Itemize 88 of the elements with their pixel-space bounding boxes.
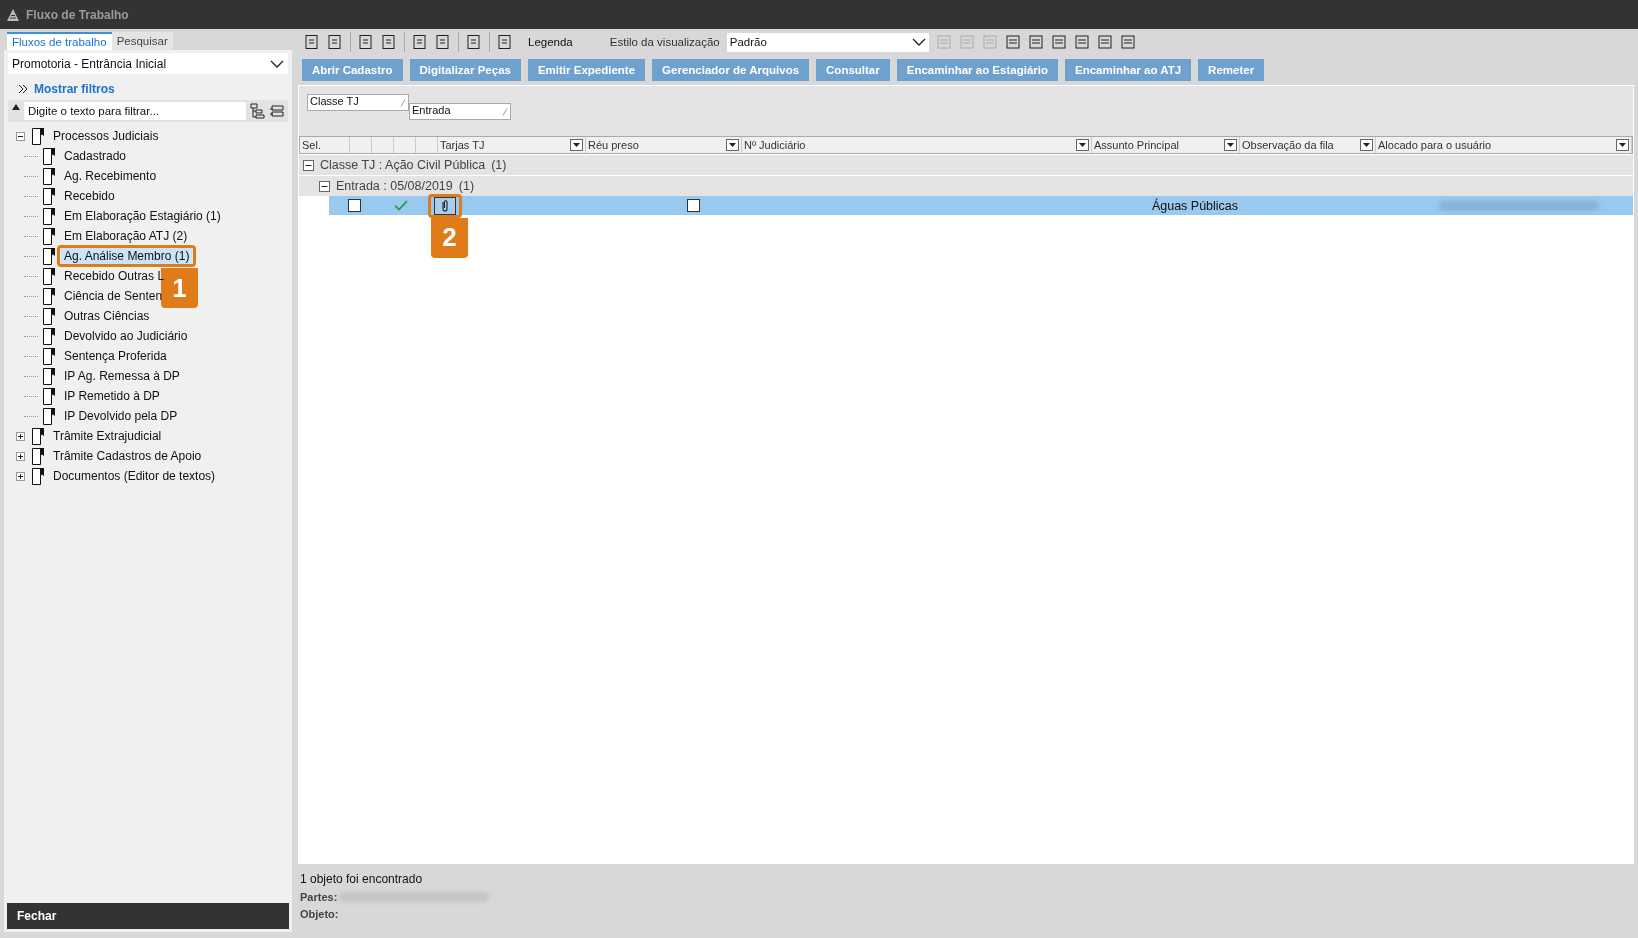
collapse-icon	[12, 104, 20, 110]
group-label: Entrada : 05/08/2019	[336, 179, 453, 193]
list-icon[interactable]	[270, 104, 284, 118]
document-icon	[43, 187, 56, 205]
group-by-chip[interactable]: Classe TJ	[307, 94, 409, 111]
document-icon	[43, 347, 56, 365]
panel-tab[interactable]: Fluxos de trabalho	[7, 32, 112, 50]
document-icon	[43, 287, 56, 305]
tree-item[interactable]: Trâmite Extrajudicial	[50, 428, 165, 444]
paperclip-icon[interactable]	[434, 196, 456, 215]
group-by-chip[interactable]: Entrada	[409, 103, 511, 120]
column-header[interactable]: Alocado para o usuário	[1376, 137, 1632, 153]
document-icon	[43, 387, 56, 405]
tree-item[interactable]: Sentença Proferida	[61, 348, 170, 364]
document-icon[interactable]	[497, 34, 513, 50]
tree-item[interactable]: IP Ag. Remessa à DP	[61, 368, 183, 384]
workflow-dropdown[interactable]: Promotoria - Entrância Inicial	[8, 53, 288, 74]
document-icon	[43, 167, 56, 185]
document-icon	[32, 127, 45, 145]
filter-field[interactable]: Digite o texto para filtrar...	[24, 102, 246, 120]
checkbox[interactable]	[686, 199, 700, 212]
document-icon	[32, 467, 45, 485]
show-filters-link[interactable]: Mostrar filtros	[34, 82, 115, 96]
document-icon	[43, 147, 56, 165]
object-label: Objeto:	[300, 908, 339, 920]
tree-item[interactable]: Devolvido ao Judiciário	[61, 328, 191, 344]
column-header[interactable]: Sel.	[300, 137, 350, 153]
column-header[interactable]: Assunto Principal	[1092, 137, 1240, 153]
logo-icon	[6, 7, 20, 22]
group-count: (1)	[491, 158, 507, 172]
tree-item[interactable]: Outras Ciências	[61, 308, 153, 324]
expander-icon[interactable]	[319, 180, 330, 192]
expander-icon[interactable]	[16, 451, 25, 461]
tree-item[interactable]: Trâmite Cadastros de Apoio	[50, 448, 205, 464]
document-icon	[43, 227, 56, 245]
sort-icon	[502, 107, 508, 116]
dropdown-icon[interactable]	[570, 139, 583, 151]
dropdown-icon[interactable]	[1616, 139, 1629, 151]
tree-item[interactable]: Ag. Análise Membro (1)	[61, 248, 193, 264]
tree-item[interactable]: Em Elaboração ATJ (2)	[61, 228, 191, 244]
column-header[interactable]: Observação da fila	[1240, 137, 1376, 153]
chevron-icon	[18, 84, 28, 94]
new-document-icon[interactable]	[304, 34, 320, 50]
group-count: (1)	[458, 179, 475, 193]
view-style-dropdown[interactable]: Padrão	[726, 32, 929, 52]
view-style-label: Estilo da visualização	[609, 36, 720, 48]
window-title: Fluxo de Trabalho	[26, 7, 129, 22]
tree-item[interactable]: IP Devolvido pela DP	[61, 408, 181, 424]
expander-icon[interactable]	[16, 471, 25, 481]
sort-icon	[400, 98, 406, 107]
document-icon	[43, 247, 56, 265]
tree-item[interactable]: Cadastrado	[61, 148, 130, 164]
dropdown-icon[interactable]	[1076, 139, 1089, 151]
column-header[interactable]: Nº Judiciário	[742, 137, 1092, 153]
tree-item[interactable]: Documentos (Editor de textos)	[50, 468, 219, 484]
document-icon	[43, 207, 56, 225]
document-icon	[43, 367, 56, 385]
tree-item[interactable]: Ag. Recebimento	[61, 168, 160, 184]
document-icon	[43, 327, 56, 345]
tree-item[interactable]: Processos Judiciais	[50, 128, 162, 144]
chevron-down-icon[interactable]	[911, 38, 926, 46]
group-label: Classe TJ : Ação Civil Pública	[320, 158, 486, 172]
checkbox[interactable]	[347, 199, 361, 212]
expander-icon[interactable]	[16, 431, 25, 441]
document-icon	[32, 427, 45, 445]
tree-item[interactable]: Recebido Outras L	[61, 268, 168, 284]
column-header[interactable]: Tarjas TJ	[438, 137, 586, 153]
close-button[interactable]: Fechar	[7, 903, 289, 929]
tree-item[interactable]: Em Elaboração Estagiário (1)	[61, 208, 224, 224]
column-header[interactable]: Réu preso	[586, 137, 742, 153]
parties-label: Partes:	[300, 891, 338, 903]
table-cell: Águas Públicas	[1151, 198, 1239, 213]
dropdown-icon[interactable]	[1360, 139, 1373, 151]
expander-icon[interactable]	[16, 131, 25, 141]
chevron-down-icon[interactable]	[270, 59, 284, 68]
result-count: 1 objeto foi encontrado	[300, 872, 424, 886]
tree-item[interactable]: Recebido	[61, 188, 118, 204]
document-icon	[43, 267, 56, 285]
document-icon	[32, 447, 45, 465]
dropdown-icon[interactable]	[1224, 139, 1237, 151]
document-icon	[43, 407, 56, 425]
legend-label[interactable]: Legenda	[528, 36, 573, 48]
expander-icon[interactable]	[303, 159, 314, 171]
step-badge: 2	[431, 217, 468, 258]
tree-item[interactable]: IP Remetido à DP	[61, 388, 163, 404]
panel-tab[interactable]: Pesquisar	[111, 32, 173, 50]
document-icon	[43, 307, 56, 325]
dropdown-icon[interactable]	[726, 139, 739, 151]
